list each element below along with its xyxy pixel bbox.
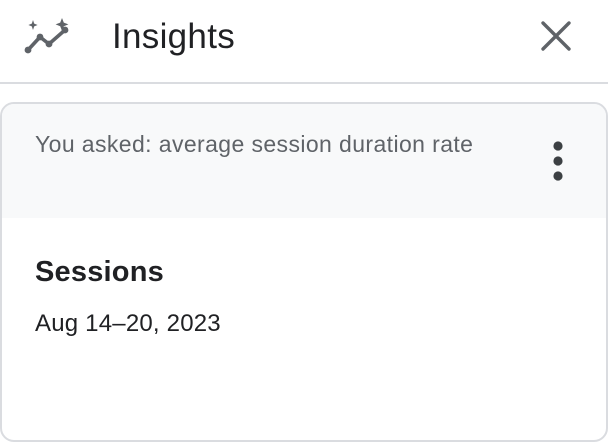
close-icon bbox=[541, 21, 571, 51]
insight-card: You asked: average session duration rate… bbox=[0, 102, 608, 442]
insights-sparkle-icon bbox=[24, 18, 72, 56]
insight-card-header: You asked: average session duration rate bbox=[2, 104, 606, 218]
date-range: Aug 14–20, 2023 bbox=[35, 310, 221, 337]
more-vert-icon bbox=[553, 141, 563, 181]
close-button[interactable] bbox=[534, 14, 578, 58]
insights-panel-header: Insights bbox=[0, 0, 608, 84]
more-options-button[interactable] bbox=[538, 134, 578, 188]
asked-question-text: You asked: average session duration rate bbox=[35, 131, 474, 157]
metric-title: Sessions bbox=[35, 256, 164, 288]
panel-title: Insights bbox=[112, 17, 236, 56]
